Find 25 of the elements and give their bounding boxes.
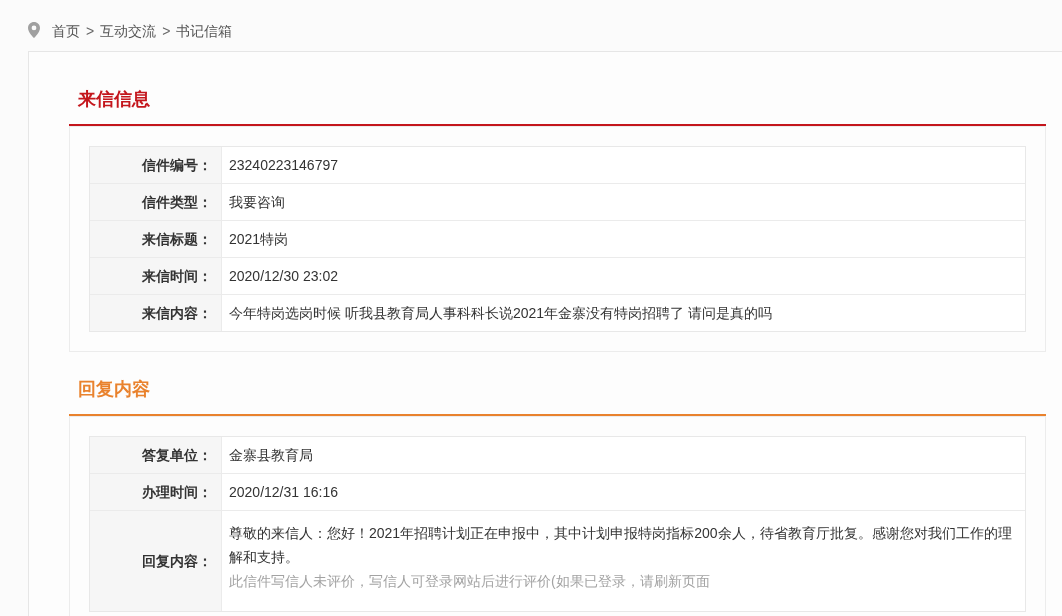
field-value: 我要咨询	[229, 193, 285, 212]
field-label: 回复内容：	[90, 511, 222, 611]
field-value: 2020/12/31 16:16	[229, 483, 338, 502]
breadcrumb-separator: >	[86, 22, 95, 40]
field-value: 23240223146797	[229, 156, 338, 175]
section-heading: 来信信息	[78, 89, 150, 109]
breadcrumb-link[interactable]: 书记信箱	[176, 22, 233, 40]
breadcrumb-separator: >	[162, 22, 171, 40]
field-label: 来信标题：	[90, 221, 222, 257]
field-value: 2021特岗	[229, 230, 289, 249]
field-label: 信件类型：	[90, 184, 222, 220]
field-value: 2020/12/30 23:02	[229, 267, 338, 286]
field-value: 今年特岗选岗时候 听我县教育局人事科科长说2021年金寨没有特岗招聘了 请问是真的吗	[229, 304, 772, 323]
breadcrumb-link[interactable]: 互动交流	[100, 22, 157, 40]
field-label: 答复单位：	[90, 437, 222, 473]
field-label: 办理时间：	[90, 474, 222, 510]
rating-note: 此信件写信人未评价，写信人可登录网站后进行评价(如果已登录，请刷新页面	[229, 572, 711, 591]
breadcrumb-link[interactable]: 首页	[52, 22, 80, 40]
field-label: 来信内容：	[90, 295, 222, 331]
field-label: 信件编号：	[90, 147, 222, 183]
field-value: 金寨县教育局	[229, 446, 313, 465]
field-label: 来信时间：	[90, 258, 222, 294]
location-pin-icon	[28, 22, 40, 38]
section-heading: 回复内容	[78, 379, 150, 399]
reply-text: 尊敬的来信人：您好！2021年招聘计划正在申报中，其中计划申报特岗指标200余人，待省教育厅批复。感谢您对我们工作的理解和支持。	[229, 524, 1013, 567]
